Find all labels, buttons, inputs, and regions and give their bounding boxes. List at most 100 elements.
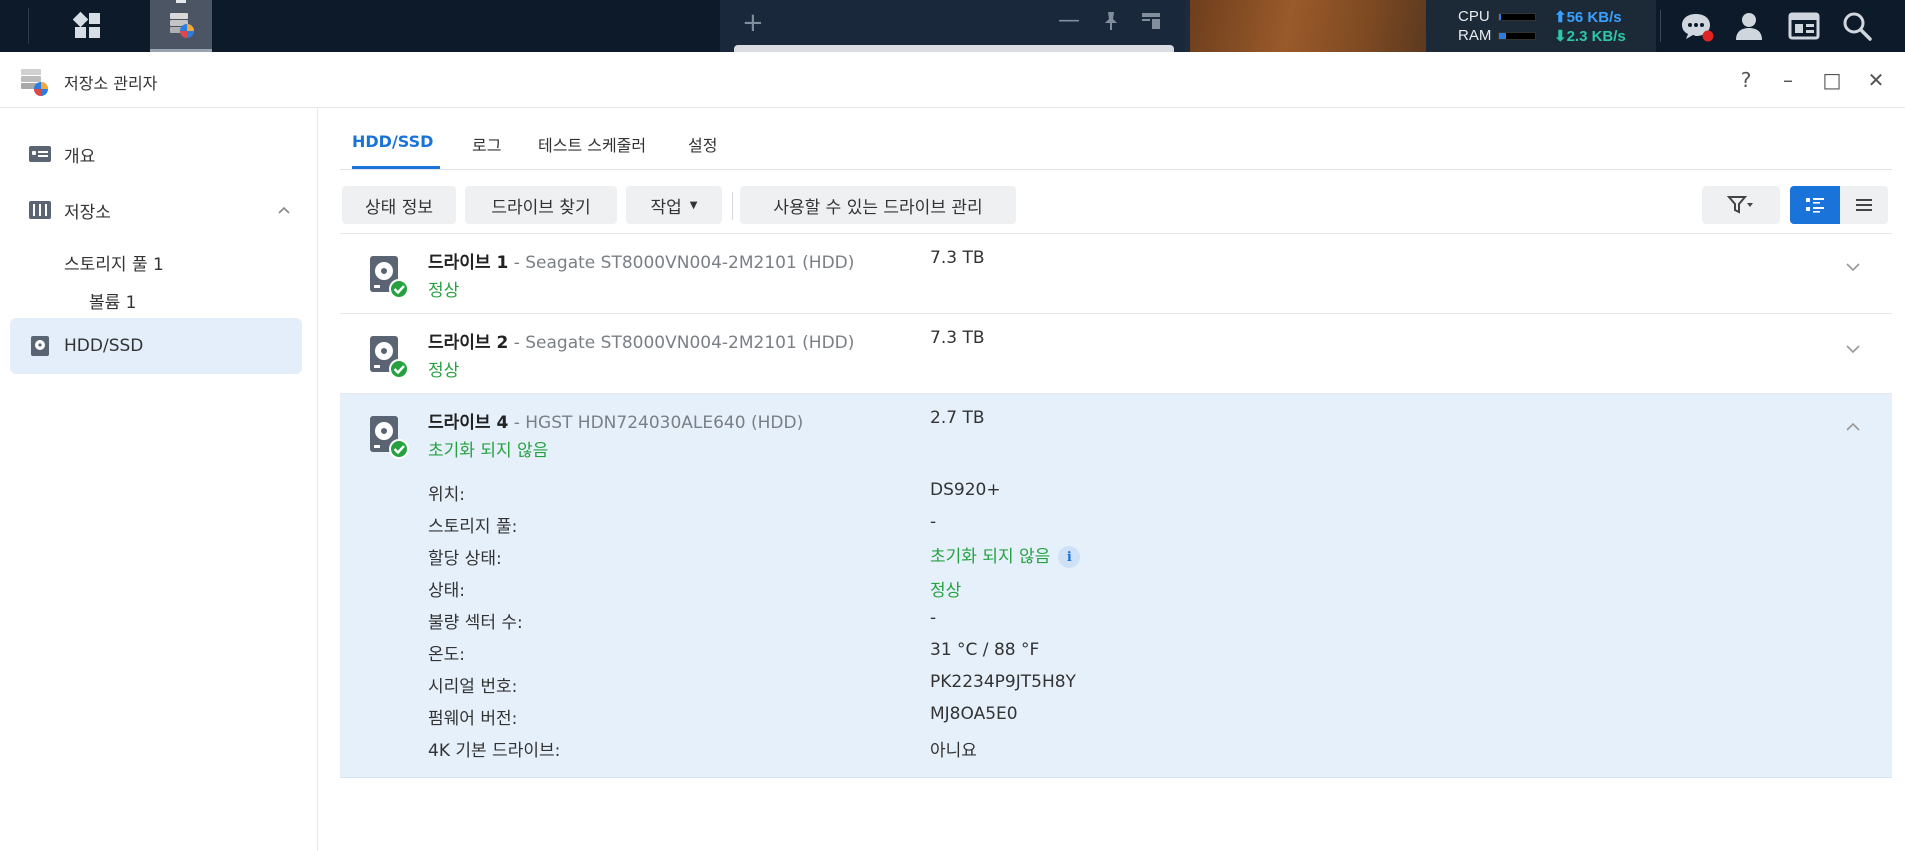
chat-button[interactable] (1678, 8, 1716, 44)
active-app-indicator (176, 0, 186, 3)
chevron-down-icon[interactable] (1844, 258, 1862, 276)
maximize-button[interactable]: □ (1818, 66, 1846, 94)
storage-manager-icon (170, 12, 194, 38)
detail-list-view-button[interactable] (1790, 186, 1840, 224)
tab-hdd-ssd[interactable]: HDD/SSD (352, 132, 433, 151)
filter-button[interactable] (1702, 186, 1780, 224)
drive-size: 7.3 TB (930, 248, 985, 268)
info-icon[interactable]: i (1058, 546, 1081, 568)
resource-monitor-widget[interactable]: CPU RAM ⬆56 KB/s ⬇2.3 KB/s (1426, 0, 1656, 52)
tab-settings[interactable]: 설정 (688, 132, 717, 156)
detail-label-temperature: 온도: (428, 645, 466, 665)
manage-available-drives-label: 사용할 수 있는 드라이브 관리 (773, 197, 983, 218)
main-menu-button[interactable] (40, 0, 136, 52)
taskbar-divider (28, 8, 29, 44)
caret-down-icon: ▼ (689, 199, 698, 211)
maximize-icon: □ (1822, 68, 1842, 92)
filter-icon (1727, 196, 1753, 214)
detail-value-4k-native: 아니요 (930, 741, 977, 761)
search-icon (1843, 12, 1872, 41)
status-info-label: 상태 정보 (365, 197, 433, 218)
drive-title: 드라이브 1 - Seagate ST8000VN004-2M2101 (HDD… (428, 248, 854, 273)
user-button[interactable] (1730, 8, 1768, 44)
download-speed: ⬇2.3 KB/s (1554, 27, 1626, 45)
help-button[interactable]: ? (1732, 66, 1760, 94)
minimize-icon: – (1783, 68, 1793, 92)
drive-status: 정상 (428, 361, 460, 381)
ram-label: RAM (1458, 27, 1492, 44)
sidebar-item-storage[interactable]: 저장소 (10, 184, 302, 236)
find-drive-button[interactable]: 드라이브 찾기 (465, 186, 617, 224)
chevron-up-icon[interactable] (1844, 418, 1862, 436)
drive-size: 7.3 TB (930, 328, 985, 348)
close-icon: ✕ (1867, 68, 1885, 92)
hdd-status-ok-icon (370, 256, 409, 299)
drive-title: 드라이브 2 - Seagate ST8000VN004-2M2101 (HDD… (428, 328, 854, 353)
cpu-label: CPU (1458, 8, 1490, 25)
sidebar-item-label: 저장소 (64, 202, 111, 223)
chat-icon (1682, 14, 1714, 42)
detail-value-health-status: 정상 (930, 581, 962, 601)
drive-row-expanded[interactable]: 드라이브 4 - HGST HDN724030ALE640 (HDD) 2.7 … (340, 394, 1892, 778)
drive-size: 2.7 TB (930, 408, 985, 428)
drive-row[interactable]: 드라이브 2 - Seagate ST8000VN004-2M2101 (HDD… (340, 314, 1892, 394)
tab-bar: HDD/SSD 로그 테스트 스케줄러 설정 (340, 108, 1892, 170)
drive-model: - Seagate ST8000VN004-2M2101 (HDD) (508, 333, 855, 353)
overview-icon (29, 146, 51, 162)
help-icon: ? (1740, 68, 1752, 92)
detail-value-serial-number: PK2234P9JT5H8Y (930, 672, 1076, 692)
ram-usage-bar (1498, 32, 1536, 40)
detail-label-storage-pool: 스토리지 풀: (428, 517, 518, 537)
widgets-icon (1788, 12, 1820, 40)
window-title: 저장소 관리자 (64, 74, 158, 93)
drive-model: - HGST HDN724030ALE640 (HDD) (508, 413, 804, 433)
drive-row[interactable]: 드라이브 1 - Seagate ST8000VN004-2M2101 (HDD… (340, 236, 1892, 314)
detail-value-firmware-version: MJ8OA5E0 (930, 704, 1018, 724)
taskbar-storage-manager[interactable] (150, 0, 212, 52)
cpu-usage-bar (1498, 13, 1536, 21)
sidebar: 개요 저장소 스토리지 풀 1 볼륨 1 HDD/SSD (0, 108, 318, 851)
minimize-button[interactable]: – (1774, 66, 1802, 94)
chevron-up-icon[interactable] (276, 202, 292, 218)
search-button[interactable] (1838, 8, 1876, 44)
toolbar: 상태 정보 드라이브 찾기 작업 ▼ 사용할 수 있는 드라이브 관리 (340, 170, 1892, 234)
sidebar-item-label: 개요 (64, 146, 96, 167)
minimize-icon: — (1058, 8, 1080, 33)
compact-list-view-button[interactable] (1840, 186, 1888, 224)
hdd-status-ok-icon (370, 416, 409, 459)
user-icon (1736, 13, 1762, 40)
download-arrow-icon: ⬇ (1554, 28, 1567, 45)
storage-manager-app-icon (21, 69, 48, 96)
sidebar-item-overview[interactable]: 개요 (10, 128, 302, 180)
drive-name: 드라이브 1 (428, 253, 509, 273)
action-label: 작업 (650, 197, 682, 218)
upload-speed: ⬆56 KB/s (1554, 8, 1622, 26)
sidebar-item-storage-pool-1[interactable]: 스토리지 풀 1 (64, 250, 164, 275)
upload-speed-value: 56 KB/s (1566, 9, 1622, 26)
taskbar: + — CPU RAM ⬆56 KB/s ⬇2.3 KB/s (0, 0, 1905, 52)
pin-icon (1105, 12, 1117, 30)
manage-available-drives-button[interactable]: 사용할 수 있는 드라이브 관리 (740, 186, 1016, 224)
widgets-button[interactable] (1785, 8, 1823, 44)
detail-label-bad-sectors: 불량 섹터 수: (428, 613, 523, 633)
plus-icon: + (742, 8, 764, 38)
detail-label-allocation-status: 할당 상태: (428, 549, 502, 569)
detail-list-icon (1806, 198, 1824, 213)
sidebar-item-label: HDD/SSD (64, 336, 144, 356)
detail-label-firmware-version: 펌웨어 버전: (428, 709, 518, 729)
sidebar-item-volume-1[interactable]: 볼륨 1 (89, 288, 137, 313)
chevron-down-icon[interactable] (1844, 340, 1862, 358)
tab-test-scheduler[interactable]: 테스트 스케줄러 (538, 132, 646, 156)
drive-status: 초기화 되지 않음 (428, 441, 549, 461)
close-button[interactable]: ✕ (1862, 66, 1890, 94)
drive-title: 드라이브 4 - HGST HDN724030ALE640 (HDD) (428, 408, 803, 433)
action-dropdown-button[interactable]: 작업 ▼ (626, 186, 722, 224)
status-info-button[interactable]: 상태 정보 (342, 186, 456, 224)
drive-name: 드라이브 4 (428, 413, 509, 433)
sidebar-item-hdd-ssd[interactable]: HDD/SSD (10, 318, 302, 374)
background-window-preview: + — (720, 0, 1190, 52)
window-title-bar: 저장소 관리자 ? – □ ✕ (0, 52, 1905, 108)
compact-list-icon (1856, 199, 1872, 211)
tab-log[interactable]: 로그 (472, 132, 501, 156)
detail-value-bad-sectors: - (930, 608, 937, 628)
